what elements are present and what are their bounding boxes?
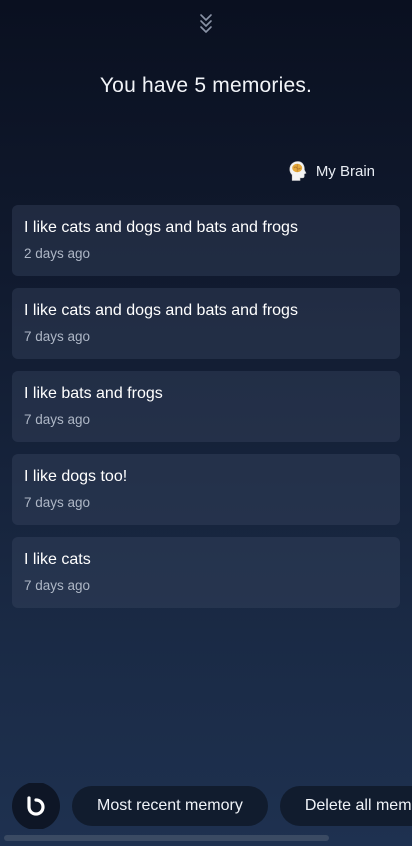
most-recent-memory-button[interactable]: Most recent memory <box>72 786 268 826</box>
page-title: You have 5 memories. <box>99 74 313 97</box>
assistant-button[interactable] <box>12 783 60 829</box>
memory-text: I like dogs too! <box>24 468 128 485</box>
memory-text: I like cats and dogs and bats and frogs <box>24 219 298 236</box>
brain-head-icon <box>289 161 307 181</box>
bixby-icon <box>27 796 45 816</box>
memory-text: I like cats <box>24 551 91 568</box>
memory-timestamp: 2 days ago <box>24 246 91 261</box>
memory-timestamp: 7 days ago <box>24 329 91 344</box>
memory-card[interactable]: I like dogs too! 7 days ago <box>12 454 400 525</box>
memory-timestamp: 7 days ago <box>24 412 91 427</box>
memory-timestamp: 7 days ago <box>24 495 91 510</box>
memory-card[interactable]: I like bats and frogs 7 days ago <box>12 371 400 442</box>
memory-text: I like cats and dogs and bats and frogs <box>24 302 298 319</box>
my-brain-link[interactable]: My Brain <box>288 160 375 182</box>
delete-all-memories-button[interactable]: Delete all memories <box>279 786 412 826</box>
double-chevron-down-icon[interactable] <box>197 12 215 34</box>
memory-card[interactable]: I like cats and dogs and bats and frogs … <box>12 205 400 276</box>
my-brain-label: My Brain <box>315 162 375 180</box>
horizontal-scrollbar[interactable] <box>4 835 329 841</box>
memory-card[interactable]: I like cats and dogs and bats and frogs … <box>12 288 400 359</box>
memory-card[interactable]: I like cats 7 days ago <box>12 537 400 608</box>
memory-text: I like bats and frogs <box>24 385 163 402</box>
memory-list: I like cats and dogs and bats and frogs … <box>12 205 400 620</box>
memory-timestamp: 7 days ago <box>24 578 91 593</box>
suggestion-bar[interactable]: Most recent memory Delete all memories <box>12 783 412 829</box>
